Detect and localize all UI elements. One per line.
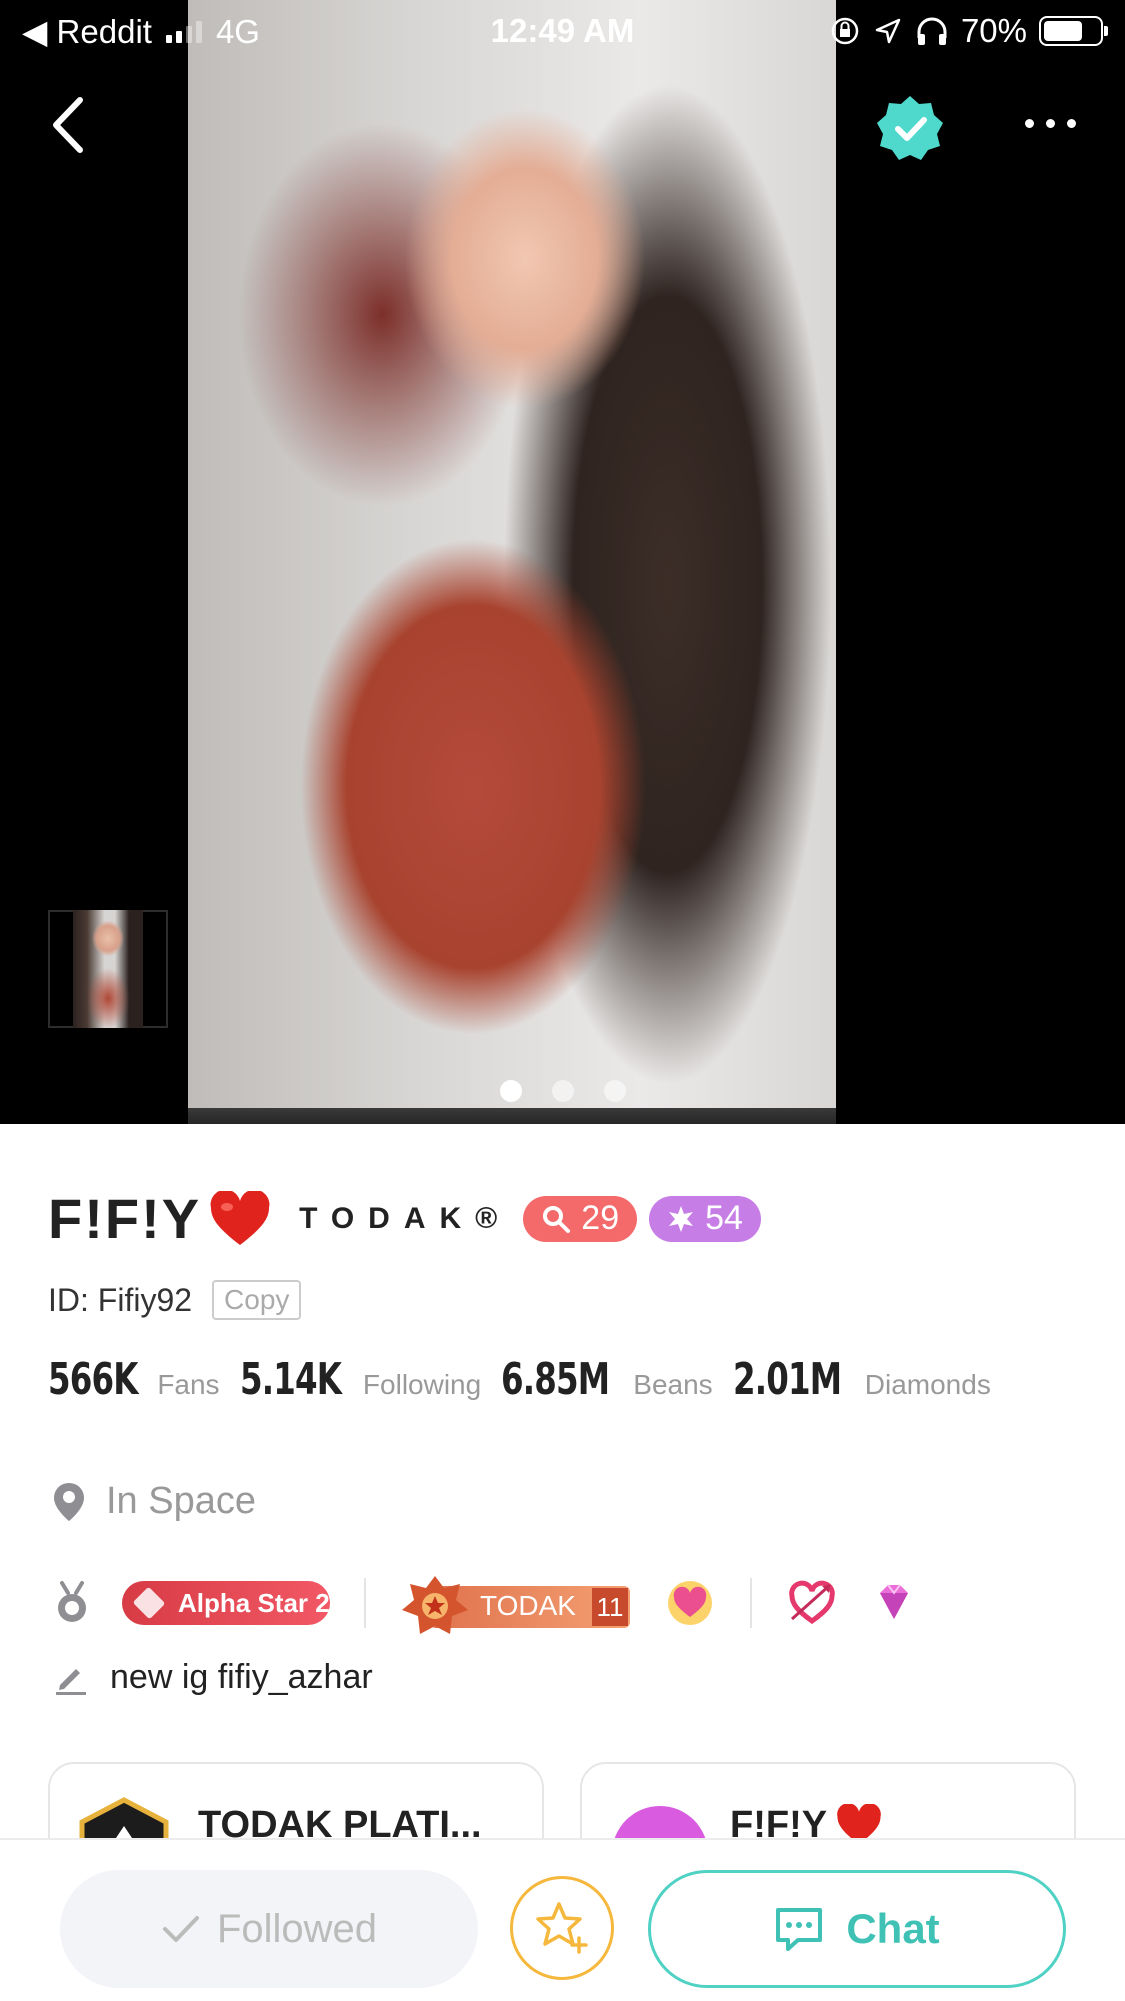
verified-badge-icon[interactable] xyxy=(874,92,946,164)
pink-heart-gem-icon[interactable] xyxy=(664,1577,716,1629)
more-options-button[interactable] xyxy=(1010,108,1090,138)
fans-count[interactable]: 566K xyxy=(48,1354,138,1405)
profile-photo-gallery[interactable]: ◀ Reddit 4G 12:49 AM 70% xyxy=(0,0,1125,1124)
todak-badge-level: 11 xyxy=(592,1588,628,1626)
gallery-page-dot[interactable] xyxy=(551,1080,574,1102)
user-id: ID: Fifiy92 xyxy=(48,1281,193,1318)
star-value: 54 xyxy=(705,1199,743,1237)
medal-divider xyxy=(750,1578,752,1628)
battery-percent: 70% xyxy=(960,12,1027,49)
name-row: F!F!Y TODAK® 29 54 xyxy=(48,1186,761,1251)
pink-diamond-icon[interactable] xyxy=(868,1577,920,1629)
location-pin-icon xyxy=(54,1482,84,1521)
rotation-lock-icon xyxy=(831,17,859,45)
chat-bubble-icon xyxy=(776,1908,823,1951)
level-value: 29 xyxy=(581,1199,620,1237)
star-badge: 54 xyxy=(649,1195,761,1242)
following-label[interactable]: Following xyxy=(363,1369,481,1401)
location-arrow-icon xyxy=(875,18,901,44)
medal-divider xyxy=(364,1578,366,1628)
medal-icon xyxy=(58,1581,86,1622)
star-burst-icon xyxy=(669,1205,694,1232)
chat-button[interactable]: Chat xyxy=(648,1870,1066,1988)
gallery-page-dot[interactable] xyxy=(499,1080,522,1102)
diamonds-label: Diamonds xyxy=(864,1369,991,1400)
followed-button[interactable]: Followed xyxy=(60,1870,478,1988)
beans-count: 6.85M xyxy=(501,1354,610,1405)
profile-photo xyxy=(188,0,836,1124)
following-count[interactable]: 5.14K xyxy=(240,1354,342,1405)
battery-icon xyxy=(1039,16,1108,46)
profile-screen: ◀ Reddit 4G 12:49 AM 70% F!F!Y TODAK® 29… xyxy=(0,0,1125,2001)
winged-crest-icon xyxy=(402,1576,468,1634)
followed-label: Followed xyxy=(216,1906,378,1951)
copy-id-button[interactable]: Copy xyxy=(212,1280,302,1320)
more-dot-icon xyxy=(1024,118,1034,128)
more-dot-icon xyxy=(1066,118,1076,128)
photo-thumbnail[interactable] xyxy=(48,910,168,1028)
photo-bottom-edge xyxy=(188,1108,836,1124)
family-name[interactable]: TODAK® xyxy=(299,1202,511,1236)
id-row: ID: Fifiy92 Copy xyxy=(48,1280,302,1320)
fans-label[interactable]: Fans xyxy=(157,1369,219,1401)
level-search-icon xyxy=(543,1205,571,1233)
profile-name: F!F!Y xyxy=(48,1187,202,1250)
location-text: In Space xyxy=(106,1480,256,1522)
todak-badge-label: TODAK xyxy=(480,1590,576,1621)
bottom-action-bar: Followed Chat xyxy=(0,1838,1125,2001)
chat-label: Chat xyxy=(846,1905,940,1952)
checkmark-icon xyxy=(162,1916,199,1942)
back-button[interactable] xyxy=(40,90,100,160)
todak-family-badge[interactable]: TODAK 11 xyxy=(400,1572,634,1634)
star-plus-icon xyxy=(536,1902,588,1954)
status-right: 70% xyxy=(829,12,1108,50)
status-bar: ◀ Reddit 4G 12:49 AM 70% xyxy=(0,0,1125,64)
headphones-icon xyxy=(917,17,947,45)
pencil-icon xyxy=(56,1668,86,1695)
more-dot-icon xyxy=(1045,118,1055,128)
signature-text: new ig fifiy_azhar xyxy=(110,1658,373,1696)
medals-row[interactable]: Alpha Star 2 TODAK 11 xyxy=(52,1572,920,1634)
diamonds-count: 2.01M xyxy=(732,1354,842,1405)
beans-label: Beans xyxy=(633,1369,713,1400)
thumbnail-image xyxy=(73,910,143,1028)
location-row: In Space xyxy=(52,1480,256,1523)
gallery-page-dot[interactable] xyxy=(603,1080,626,1102)
signature-row: new ig fifiy_azhar xyxy=(54,1658,373,1697)
heart-arrow-icon[interactable] xyxy=(786,1577,838,1629)
stats-row: 566K Fans 5.14K Following 6.85M Beans 2.… xyxy=(48,1354,1011,1405)
level-badge: 29 xyxy=(523,1195,638,1242)
alpha-star-badge[interactable]: Alpha Star 2 xyxy=(122,1581,330,1625)
red-heart-icon xyxy=(210,1190,270,1245)
gallery-page-indicator xyxy=(0,1080,1125,1102)
favorite-star-button[interactable] xyxy=(510,1876,614,1980)
